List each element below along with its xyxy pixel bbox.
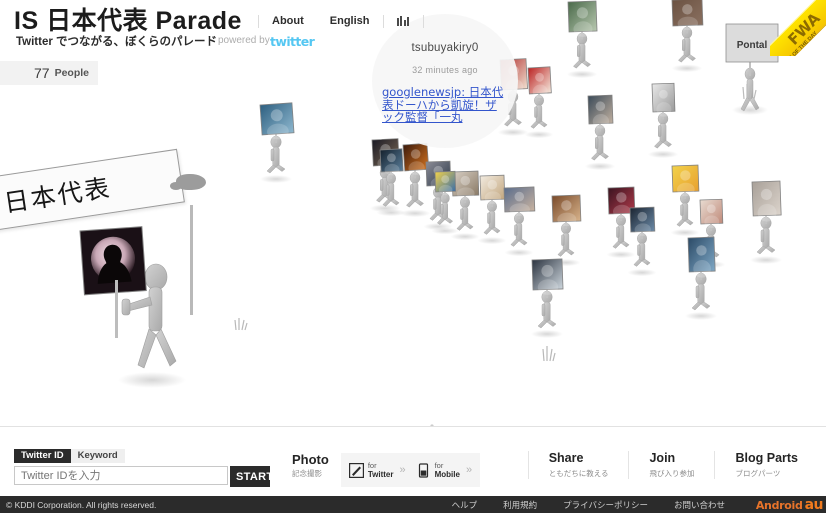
footer-link-help[interactable]: ヘルプ xyxy=(439,499,491,511)
walker-sign-board[interactable] xyxy=(527,66,552,99)
walker-sign-board[interactable] xyxy=(259,102,295,141)
parade-app: Pontal 日本代表 tsubuyakiry0 32 minutes ago … xyxy=(0,0,826,513)
search-row: START xyxy=(14,466,273,487)
photo-for-mobile-label: for Mobile xyxy=(435,461,460,479)
parade-walker[interactable] xyxy=(750,180,782,264)
link-blog-parts-en: Blog Parts xyxy=(735,451,798,465)
people-count-value: 77 xyxy=(33,65,50,81)
walker-sign-board[interactable] xyxy=(479,174,506,204)
site-footer: © KDDI Corporation. All rights reserved.… xyxy=(0,496,826,513)
link-blog-parts-jp: ブログパーツ xyxy=(735,469,781,478)
nav-divider xyxy=(422,14,424,28)
walker-sign-board[interactable] xyxy=(751,180,782,222)
search-input[interactable] xyxy=(14,466,228,485)
walker-sign-board[interactable] xyxy=(451,170,480,200)
photo-for-twitter-button[interactable]: for Twitter » xyxy=(348,461,406,479)
photo-block: Photo 記念撮影 for Twitter » for Mobile » xyxy=(292,452,481,487)
link-join-jp: 飛び入り参加 xyxy=(649,469,695,478)
mobile-phone-icon xyxy=(416,462,431,478)
placard-decoration-blob xyxy=(170,174,206,190)
tab-twitter-id[interactable]: Twitter ID xyxy=(14,449,71,463)
parade-walker[interactable] xyxy=(477,174,507,245)
twitter-logo[interactable]: twitter xyxy=(270,34,315,49)
parade-walker[interactable] xyxy=(524,66,554,139)
walker-sign-board[interactable] xyxy=(671,164,700,197)
android-au-brand: Android au xyxy=(755,497,824,513)
search-block: Twitter ID Keyword START xyxy=(14,449,273,487)
site-header: IS 日本代表 Parade Twitter でつながる、ぼくらのパレード po… xyxy=(0,0,826,52)
start-button[interactable]: START xyxy=(230,466,273,487)
parade-walker[interactable] xyxy=(627,206,657,277)
footer-links: ヘルプ 利用規約 プライバシーポリシー お問い合わせ xyxy=(439,496,738,513)
tweet-bubble-timestamp: 32 minutes ago xyxy=(412,65,478,75)
chevron-right-icon: » xyxy=(465,464,473,476)
parade-walker[interactable] xyxy=(503,186,536,257)
tab-keyword[interactable]: Keyword xyxy=(70,449,125,463)
footer-link-privacy[interactable]: プライバシーポリシー xyxy=(550,499,661,511)
header-nav: About English xyxy=(258,12,424,30)
copyright-text: © KDDI Corporation. All rights reserved. xyxy=(6,499,157,510)
link-block: Share ともだちに教える Join 飛び入り参加 Blog Parts ブロ… xyxy=(527,451,818,479)
parade-walker[interactable] xyxy=(685,236,717,320)
walker-sign-board[interactable] xyxy=(379,148,404,176)
parade-walker[interactable] xyxy=(584,94,616,171)
photo-for-mobile-button[interactable]: for Mobile » xyxy=(416,461,472,479)
grass-tuft-icon xyxy=(742,84,757,100)
walker-sign-board[interactable] xyxy=(551,194,582,227)
page-title: IS 日本代表 Parade xyxy=(14,7,242,35)
photo-title-jp: 記念撮影 xyxy=(292,469,322,478)
photo-for-mobile-pre: for xyxy=(434,461,444,470)
fwa-award-ribbon[interactable]: FWA SITE OF THE DAY xyxy=(770,0,826,56)
search-tabs: Twitter ID Keyword xyxy=(14,449,270,463)
photo-for-twitter-pre: for xyxy=(367,461,377,470)
photo-for-mobile-target: Mobile xyxy=(434,470,460,479)
parade-walker[interactable] xyxy=(259,102,295,183)
pencil-square-icon-svg xyxy=(348,462,364,478)
walker-sign-board[interactable] xyxy=(402,142,430,175)
bars-chart-icon-button[interactable] xyxy=(384,16,423,26)
main-placard-text: 日本代表 xyxy=(1,173,114,218)
parade-walker[interactable] xyxy=(670,164,700,237)
parade-walker[interactable] xyxy=(531,258,564,338)
grass-tuft-icon xyxy=(542,346,556,362)
photo-title-en: Photo xyxy=(292,452,329,467)
au-brand-label: au xyxy=(804,497,824,513)
nav-item-english[interactable]: English xyxy=(317,15,383,27)
walker-sign-board[interactable] xyxy=(651,82,676,117)
photo-buttons: for Twitter » for Mobile » xyxy=(340,453,481,487)
parade-walker[interactable] xyxy=(551,194,582,267)
nav-item-about[interactable]: About xyxy=(259,15,317,27)
photo-title: Photo 記念撮影 xyxy=(292,452,329,479)
walker-sign-board[interactable] xyxy=(531,258,564,295)
mobile-phone-icon-svg xyxy=(418,462,428,478)
footer-link-terms[interactable]: 利用規約 xyxy=(490,499,550,511)
link-share-en: Share xyxy=(548,451,584,465)
site-tagline: Twitter でつながる、ぼくらのパレード xyxy=(16,36,218,48)
bottom-control-bar: Twitter ID Keyword START Photo 記念撮影 xyxy=(0,426,826,496)
photo-for-twitter-label: for Twitter xyxy=(368,461,394,479)
walker-sign-board[interactable] xyxy=(629,206,656,236)
footer-link-contact[interactable]: お問い合わせ xyxy=(661,499,738,511)
pencil-square-icon xyxy=(348,462,364,478)
link-blog-parts[interactable]: Blog Parts ブログパーツ xyxy=(714,451,818,479)
people-count-badge: 77 People xyxy=(0,61,98,85)
chevron-right-icon: » xyxy=(399,464,406,476)
link-share-jp: ともだちに教える xyxy=(548,469,609,478)
bars-chart-icon xyxy=(396,16,409,26)
link-join-en: Join xyxy=(649,451,676,465)
walker-sign-board[interactable] xyxy=(687,236,716,278)
main-walker[interactable] xyxy=(60,225,260,425)
photo-for-twitter-target: Twitter xyxy=(367,470,394,479)
walker-sign-board[interactable] xyxy=(699,198,724,228)
walker-sign-board[interactable] xyxy=(503,186,536,216)
parade-walker[interactable] xyxy=(647,82,679,159)
android-brand-label: Android xyxy=(755,499,803,512)
powered-by-label: powered by xyxy=(218,35,270,46)
link-share[interactable]: Share ともだちに教える xyxy=(527,451,629,479)
link-join[interactable]: Join 飛び入り参加 xyxy=(628,451,714,479)
parade-walker[interactable] xyxy=(399,142,431,218)
tweet-bubble-message[interactable]: googlenewsjp: 日本代表ドーハから凱旋！ザック監督「一丸 xyxy=(372,86,518,124)
people-count-label: People xyxy=(54,67,89,79)
walker-sign-board[interactable] xyxy=(587,94,614,129)
